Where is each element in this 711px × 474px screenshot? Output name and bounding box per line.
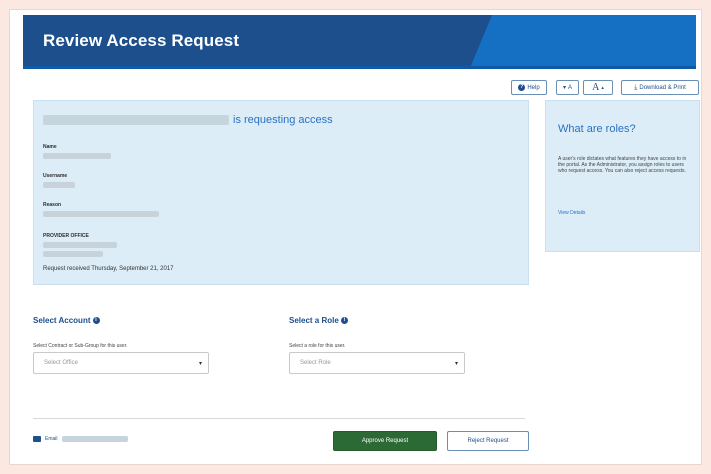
help-button[interactable]: ? Help	[511, 80, 547, 95]
font-larger-button[interactable]: A ▴	[583, 80, 613, 95]
envelope-icon	[33, 436, 41, 442]
select-role-dropdown[interactable]: Select Role ▾	[289, 352, 465, 374]
font-larger-label: A	[592, 82, 600, 93]
username-label: Username	[43, 173, 68, 179]
select-role-title: Select a Role i	[289, 316, 348, 325]
footer-divider	[33, 418, 525, 419]
chevron-down-icon: ▾	[198, 360, 202, 367]
email-label: Email	[45, 436, 58, 442]
request-received-date: Request received Thursday, September 21,…	[43, 266, 174, 272]
font-smaller-button[interactable]: ▾ A	[556, 80, 579, 95]
roles-info-text: A user's role dictates what features the…	[558, 156, 687, 174]
font-smaller-icon: ▾	[562, 85, 566, 91]
provider-office-value-redacted	[43, 242, 117, 248]
email-contact[interactable]: Email	[33, 436, 128, 442]
select-office-value: Select Office	[44, 360, 78, 366]
request-details-panel	[33, 100, 529, 285]
username-value-redacted	[43, 182, 75, 188]
select-account-title-text: Select Account	[33, 316, 91, 325]
page-title: Review Access Request	[43, 31, 240, 50]
download-print-button[interactable]: ⤓ Download & Print	[621, 80, 699, 95]
provider-office-label: PROVIDER OFFICE	[43, 233, 89, 239]
chevron-down-icon: ▾	[454, 360, 458, 367]
request-heading: is requesting access	[233, 114, 333, 126]
info-icon[interactable]: i	[92, 317, 100, 324]
font-larger-icon: ▴	[601, 85, 604, 91]
roles-info-title: What are roles?	[558, 123, 636, 135]
name-value-redacted	[43, 153, 111, 159]
requester-name-redacted	[43, 115, 229, 125]
provider-office-address-redacted	[43, 251, 103, 257]
approve-request-button[interactable]: Approve Request	[333, 431, 437, 451]
download-print-label: Download & Print	[639, 84, 686, 91]
font-smaller-label: A	[568, 84, 573, 91]
select-role-hint: Select a role for this user.	[289, 343, 346, 349]
email-address-redacted	[61, 436, 128, 442]
view-details-link[interactable]: View Details	[558, 210, 585, 216]
select-office-dropdown[interactable]: Select Office ▾	[33, 352, 209, 374]
help-icon: ?	[518, 84, 526, 91]
select-account-hint: Select Contract or Sub-Group for this us…	[33, 343, 128, 349]
header-underline	[23, 66, 696, 69]
select-role-title-text: Select a Role	[289, 316, 339, 325]
select-account-title: Select Account i	[33, 316, 100, 325]
info-icon[interactable]: i	[340, 317, 348, 324]
page-header: Review Access Request	[23, 15, 696, 69]
name-label: Name	[43, 144, 57, 150]
help-label: Help	[527, 84, 540, 91]
reject-request-button[interactable]: Reject Request	[447, 431, 529, 451]
reason-label: Reason	[43, 202, 62, 208]
download-icon: ⤓	[634, 83, 638, 91]
reason-value-redacted	[43, 211, 159, 217]
select-role-value: Select Role	[300, 360, 331, 366]
